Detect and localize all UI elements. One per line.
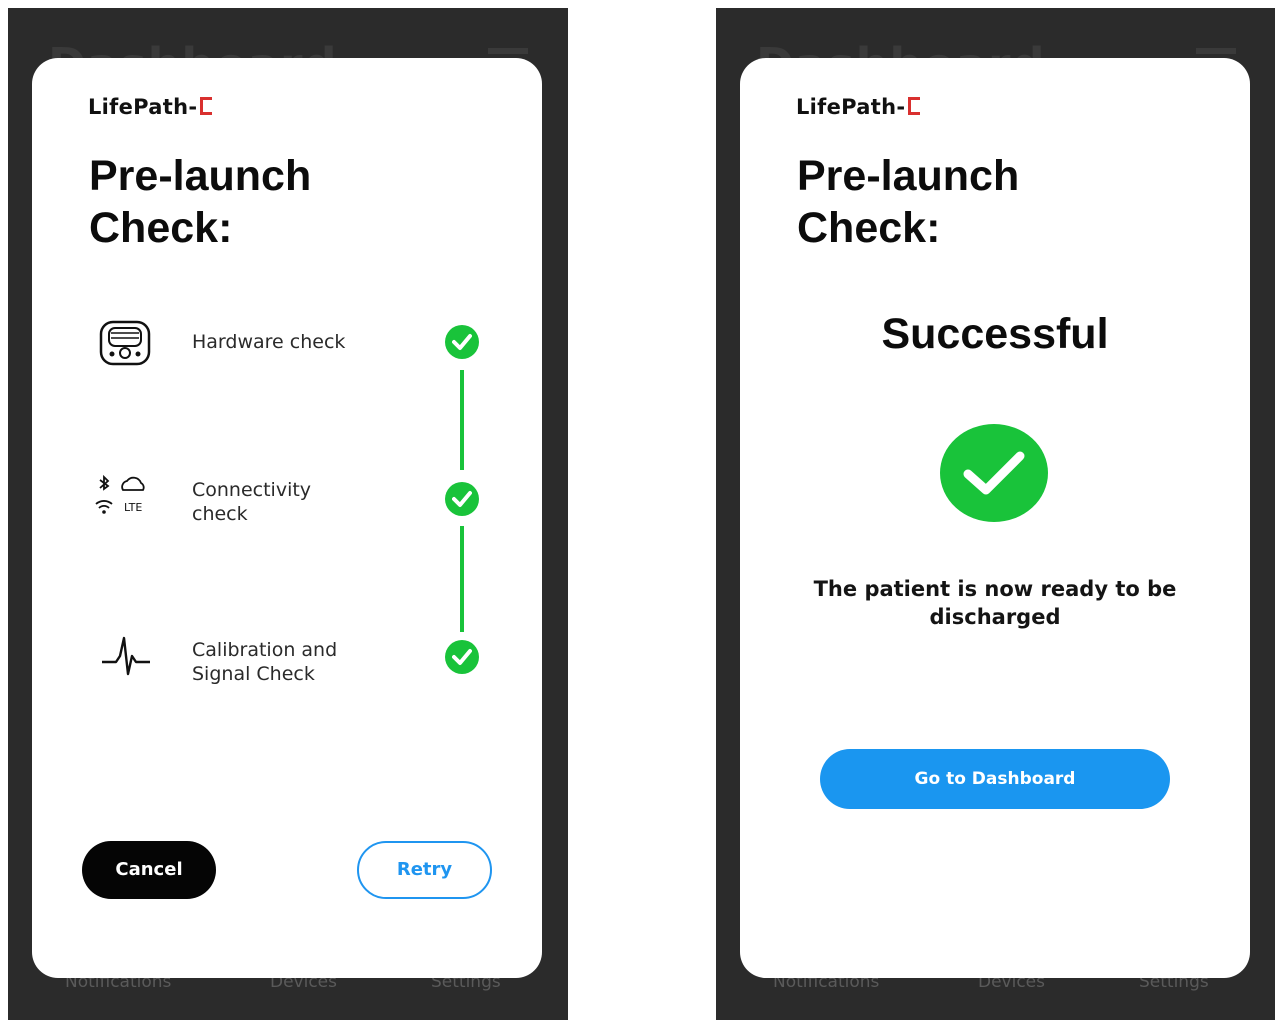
status-title: Successful	[881, 310, 1109, 358]
check-label-hardware: Hardware check	[192, 331, 346, 353]
go-to-dashboard-button[interactable]: Go to Dashboard	[820, 749, 1170, 809]
check-passed-icon	[445, 640, 479, 674]
background-menu-icon	[488, 48, 528, 54]
connectivity-icons: LTE	[92, 474, 156, 524]
brand-name: LifePath-	[796, 95, 906, 119]
screenshot-stage: Dashboard Notifications Devices Settings…	[0, 0, 1275, 1022]
background-menu-icon	[1196, 48, 1236, 54]
prelaunch-check-modal: LifePath- Pre-launch Check: Hardware che…	[32, 58, 542, 978]
brand-name: LifePath-	[88, 95, 198, 119]
page-title: Pre-launch Check:	[89, 152, 312, 252]
check-label-calibration: Calibration and Signal Check	[192, 639, 338, 685]
check-passed-icon	[445, 325, 479, 359]
prelaunch-success-modal: LifePath- Pre-launch Check: Successful T…	[740, 58, 1250, 978]
brand-mark-icon	[200, 97, 213, 115]
check-passed-icon	[445, 482, 479, 516]
phone-screen-success: Dashboard Notifications Devices Settings…	[716, 8, 1275, 1020]
progress-connector	[460, 370, 464, 470]
check-row-connectivity: LTE Connectivity check	[32, 474, 542, 525]
lte-label: LTE	[124, 501, 143, 514]
brand-logo: LifePath-	[796, 95, 921, 119]
success-check-icon	[940, 424, 1048, 522]
brand-logo: LifePath-	[88, 95, 213, 119]
status-message: The patient is now ready to be discharge…	[813, 577, 1177, 629]
page-title: Pre-launch Check:	[797, 152, 1020, 252]
retry-button[interactable]: Retry	[357, 841, 492, 899]
cancel-button[interactable]: Cancel	[82, 841, 216, 899]
check-row-calibration: Calibration and Signal Check	[32, 632, 542, 685]
check-label-connectivity: Connectivity check	[192, 479, 312, 525]
progress-connector	[460, 526, 464, 632]
check-row-hardware: Hardware check	[32, 316, 542, 366]
device-icon	[98, 318, 152, 372]
brand-mark-icon	[908, 97, 921, 115]
phone-screen-checklist: Dashboard Notifications Devices Settings…	[8, 8, 568, 1020]
heartbeat-icon	[100, 634, 152, 682]
